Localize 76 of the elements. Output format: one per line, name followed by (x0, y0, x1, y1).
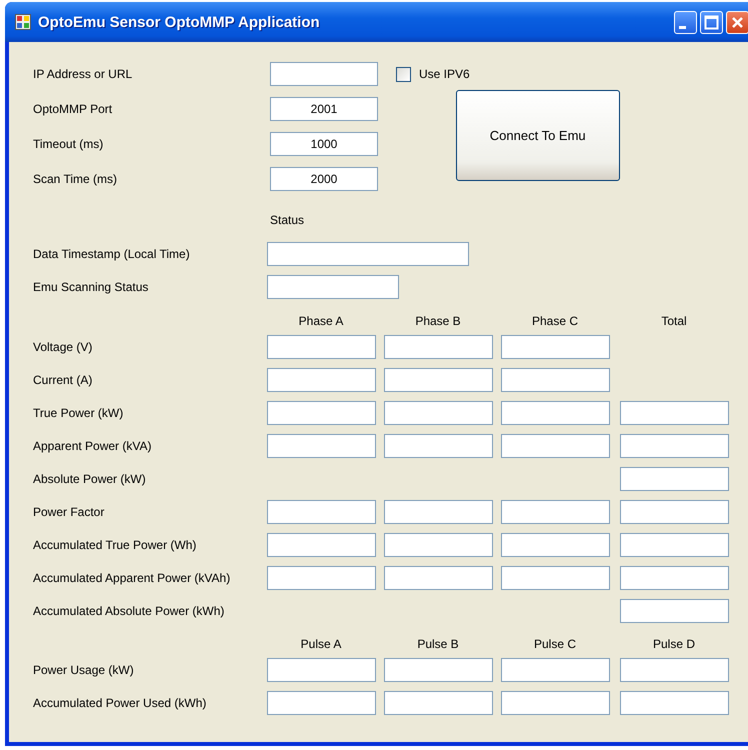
input-field[interactable] (384, 434, 493, 458)
row-label: Accumulated Power Used (kWh) (33, 696, 208, 710)
input-field[interactable] (384, 368, 493, 392)
input-field[interactable] (384, 335, 493, 359)
input-field[interactable] (267, 500, 376, 524)
row-label: Power Factor (33, 505, 106, 519)
ipv6-checkbox[interactable]: Use IPV6 (396, 66, 470, 82)
column-header: Pulse B (416, 637, 460, 651)
row-label: True Power (kW) (33, 406, 124, 420)
window-title: OptoEmu Sensor OptoMMP Application (38, 14, 320, 30)
input-field[interactable] (384, 658, 493, 682)
input-field[interactable] (267, 401, 376, 425)
input-field[interactable] (501, 401, 610, 425)
input-field[interactable] (501, 335, 610, 359)
input-field[interactable] (620, 434, 729, 458)
row-label: Accumulated Apparent Power (kVAh) (33, 571, 232, 585)
input-field[interactable] (501, 434, 610, 458)
column-header: Total (660, 314, 688, 328)
input-field[interactable] (267, 368, 376, 392)
row-label: Absolute Power (kW) (33, 472, 147, 486)
minimize-button[interactable] (674, 10, 697, 34)
input-field[interactable] (620, 500, 729, 524)
input-field[interactable] (267, 335, 376, 359)
input-field[interactable] (620, 401, 729, 425)
section-heading: Status (270, 213, 306, 229)
input-field[interactable] (501, 500, 610, 524)
input-field[interactable] (267, 691, 376, 715)
field-label: OptoMMP Port (33, 102, 114, 116)
input-field[interactable] (620, 467, 729, 491)
input-field[interactable] (620, 691, 729, 715)
field-label: Emu Scanning Status (33, 280, 150, 294)
column-header: Pulse D (652, 637, 696, 651)
input-field[interactable] (501, 658, 610, 682)
input-field[interactable] (267, 566, 376, 590)
column-header: Phase B (414, 314, 462, 328)
close-button[interactable] (726, 10, 748, 34)
column-header: Pulse C (532, 637, 578, 651)
field-label: IP Address or URL (33, 67, 134, 81)
row-label: Power Usage (kW) (33, 663, 135, 677)
input-field[interactable] (501, 691, 610, 715)
input-field[interactable] (267, 242, 469, 266)
input-field[interactable] (620, 533, 729, 557)
field-label: Scan Time (ms) (33, 172, 118, 186)
input-field[interactable] (384, 566, 493, 590)
column-header: Phase C (530, 314, 580, 328)
row-label: Voltage (V) (33, 340, 94, 354)
input-field[interactable] (620, 599, 729, 623)
input-field[interactable] (384, 691, 493, 715)
row-label: Accumulated Absolute Power (kWh) (33, 604, 226, 618)
input-field[interactable] (384, 533, 493, 557)
app-icon (15, 14, 31, 30)
column-header: Phase A (298, 314, 344, 328)
input-field[interactable] (267, 533, 376, 557)
input-field[interactable] (620, 566, 729, 590)
input-field[interactable]: 2001 (270, 97, 378, 121)
input-field[interactable] (620, 658, 729, 682)
minimize-icon (679, 26, 686, 28)
field-label: Data Timestamp (Local Time) (33, 247, 191, 261)
row-label: Accumulated True Power (Wh) (33, 538, 198, 552)
input-field[interactable]: 2000 (270, 167, 378, 191)
input-field[interactable] (384, 500, 493, 524)
row-label: Apparent Power (kVA) (33, 439, 152, 453)
maximize-button[interactable] (700, 10, 723, 34)
field-label: Timeout (ms) (33, 137, 104, 151)
input-field[interactable] (501, 566, 610, 590)
input-field[interactable] (267, 434, 376, 458)
input-field[interactable] (270, 62, 378, 86)
input-field[interactable] (501, 368, 610, 392)
input-field[interactable] (384, 401, 493, 425)
row-label: Current (A) (33, 373, 94, 387)
input-field[interactable] (501, 533, 610, 557)
column-header: Pulse A (300, 637, 342, 651)
connect-button[interactable]: Connect To Emu (456, 90, 620, 181)
input-field[interactable] (267, 275, 399, 299)
input-field[interactable] (267, 658, 376, 682)
input-field[interactable]: 1000 (270, 132, 378, 156)
